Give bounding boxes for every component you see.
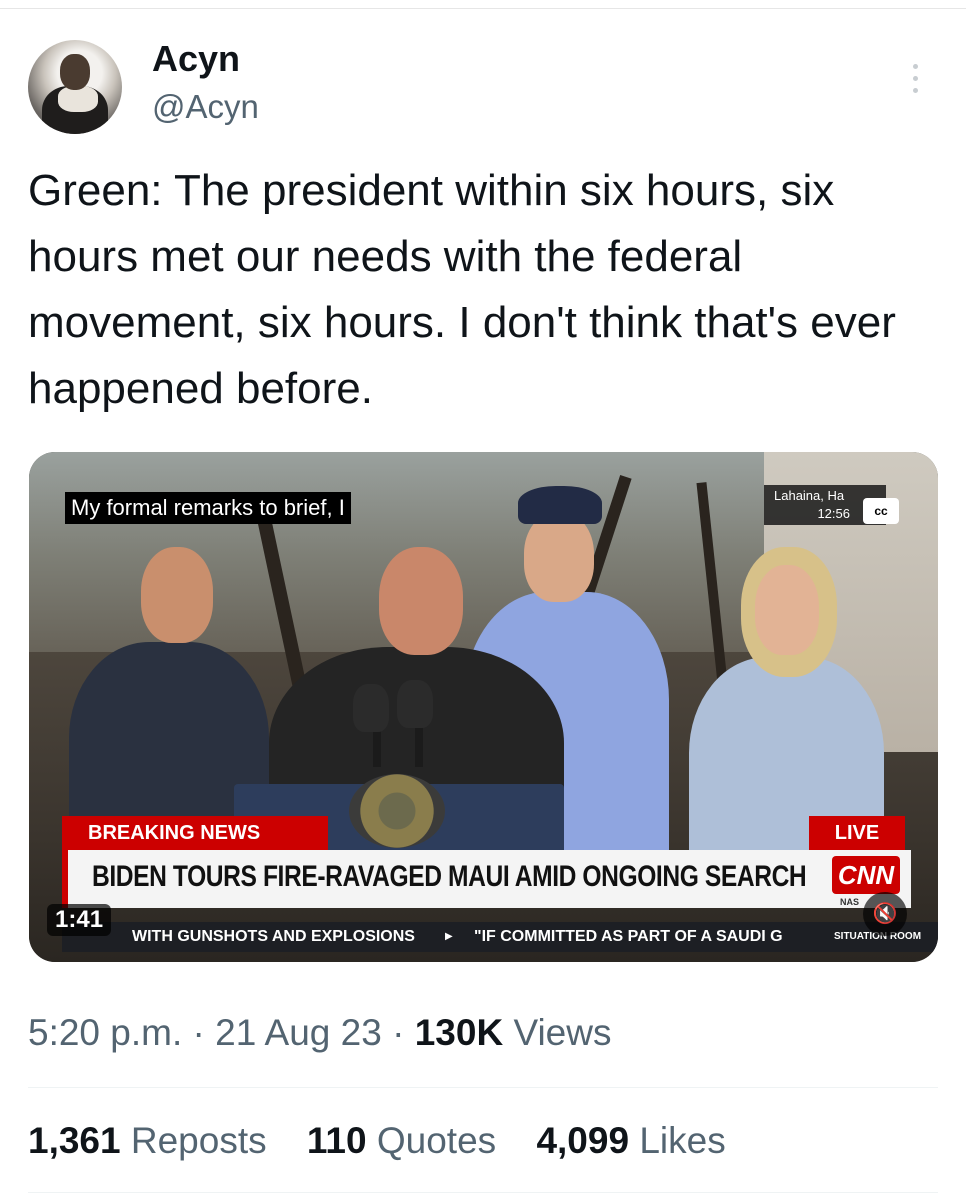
dot	[913, 64, 918, 69]
author-handle[interactable]: @Acyn	[152, 88, 259, 126]
news-headline: BIDEN TOURS FIRE-RAVAGED MAUI AMID ONGOI…	[92, 860, 807, 893]
views-label: Views	[513, 1012, 612, 1053]
dot	[913, 88, 918, 93]
divider	[28, 1087, 938, 1088]
author-display-name[interactable]: Acyn	[152, 38, 240, 80]
cc-icon[interactable]: cc	[863, 498, 899, 524]
video-player[interactable]: My formal remarks to brief, I Lahaina, H…	[29, 452, 938, 962]
ticker-text-left: WITH GUNSHOTS AND EXPLOSIONS	[132, 928, 415, 945]
president-face	[524, 512, 594, 602]
quotes-count: 110	[306, 1120, 367, 1161]
quotes-label: Quotes	[376, 1120, 497, 1161]
news-ticker: WITH GUNSHOTS AND EXPLOSIONS ▶ "IF COMMI…	[62, 922, 938, 952]
dot	[913, 76, 918, 81]
likes-count: 4,099	[536, 1120, 630, 1161]
likes-label: Likes	[639, 1120, 726, 1161]
breaking-news-label: BREAKING NEWS	[62, 816, 328, 850]
cap-icon	[518, 486, 602, 524]
person-left-face	[141, 547, 213, 643]
headline-bar: BIDEN TOURS FIRE-RAVAGED MAUI AMID ONGOI…	[62, 850, 911, 908]
speaker-muted-icon[interactable]: 🔇	[863, 892, 907, 936]
cnn-logo: CNN	[832, 856, 900, 894]
top-divider	[0, 8, 966, 9]
tweet-page: Acyn @Acyn Green: The president within s…	[0, 0, 966, 1200]
tweet-text: Green: The president within six hours, s…	[28, 166, 896, 413]
tweet-date[interactable]: 21 Aug 23	[215, 1012, 382, 1053]
more-options-icon[interactable]	[900, 60, 930, 100]
presidential-seal-icon	[349, 774, 445, 848]
quotes-stat[interactable]: 110 Quotes	[307, 1120, 496, 1161]
microphone-icon	[397, 680, 433, 728]
microphone-icon	[353, 684, 389, 732]
video-duration-badge: 1:41	[47, 904, 112, 936]
avatar[interactable]	[28, 40, 122, 134]
nas-label: NAS	[840, 897, 860, 907]
tweet-time[interactable]: 5:20 p.m.	[28, 1012, 182, 1053]
likes-stat[interactable]: 4,099 Likes	[536, 1120, 725, 1161]
person-right-face	[755, 565, 819, 655]
reposts-label: Reposts	[130, 1120, 267, 1161]
reposts-stat[interactable]: 1,361 Reposts	[28, 1120, 267, 1161]
ticker-arrow-icon: ▶	[445, 931, 453, 942]
live-label: LIVE	[809, 816, 905, 850]
tweet-meta: 5:20 p.m. · 21 Aug 23 · 130K Views	[28, 1012, 612, 1053]
speaker-face	[379, 547, 463, 655]
views-count: 130K	[414, 1012, 504, 1053]
closed-caption-text: My formal remarks to brief, I	[65, 492, 351, 524]
ticker-text-right: "IF COMMITTED AS PART OF A SAUDI G	[474, 928, 783, 945]
divider	[28, 1192, 938, 1193]
avatar-head-shape	[60, 54, 90, 90]
reposts-count: 1,361	[28, 1120, 121, 1161]
tweet-stats: 1,361 Reposts 110 Quotes 4,099 Likes	[28, 1120, 756, 1162]
